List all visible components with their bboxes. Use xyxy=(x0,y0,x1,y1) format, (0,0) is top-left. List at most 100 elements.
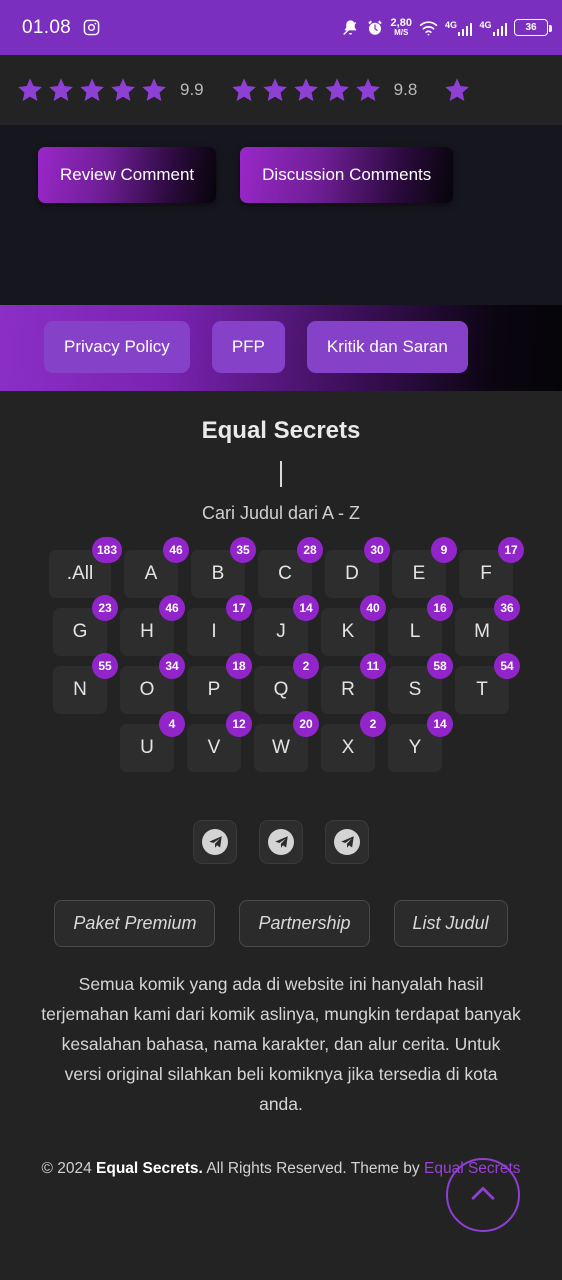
alpha-key-u[interactable]: U 4 xyxy=(120,711,185,772)
pill-paket-premium[interactable]: Paket Premium xyxy=(54,900,216,947)
alpha-key-count: 4 xyxy=(159,711,185,737)
signal-2: 4G xyxy=(479,20,507,36)
alpha-key-n[interactable]: N 55 xyxy=(53,653,118,714)
alpha-key-v[interactable]: V 12 xyxy=(187,711,252,772)
alpha-key-w[interactable]: W 20 xyxy=(254,711,319,772)
alpha-key-m[interactable]: M 36 xyxy=(455,595,520,656)
copyright-rights: All Rights Reserved. Theme by xyxy=(206,1160,420,1178)
alpha-key-q[interactable]: Q 2 xyxy=(254,653,319,714)
alpha-key-count: 40 xyxy=(360,595,386,621)
pill-partnership[interactable]: Partnership xyxy=(239,900,370,947)
alpha-key-count: 18 xyxy=(226,653,252,679)
alpha-key-label: F xyxy=(480,563,492,584)
alpha-key-i[interactable]: I 17 xyxy=(187,595,252,656)
ratings-strip[interactable]: 9.9 9.8 xyxy=(0,55,562,125)
alpha-key-count: 28 xyxy=(297,537,323,563)
star-rating xyxy=(230,76,382,104)
alpha-key-x[interactable]: X 2 xyxy=(321,711,386,772)
review-comment-button[interactable]: Review Comment xyxy=(38,147,217,203)
social-telegram-1[interactable] xyxy=(193,820,237,864)
alpha-key-f[interactable]: F 17 xyxy=(459,537,524,598)
alpha-key-j[interactable]: J 14 xyxy=(254,595,319,656)
alpha-key-g[interactable]: G 23 xyxy=(53,595,118,656)
alpha-key-k[interactable]: K 40 xyxy=(321,595,386,656)
social-telegram-2[interactable] xyxy=(259,820,303,864)
alpha-key-count: 58 xyxy=(427,653,453,679)
alpha-key-h[interactable]: H 46 xyxy=(120,595,185,656)
alpha-key-o[interactable]: O 34 xyxy=(120,653,185,714)
pill-list-judul[interactable]: List Judul xyxy=(393,900,508,947)
alpha-key-count: 46 xyxy=(163,537,189,563)
footer-nav-band: Privacy Policy PFP Kritik dan Saran xyxy=(0,305,562,391)
alpha-key-t[interactable]: T 54 xyxy=(455,653,520,714)
alpha-key-d[interactable]: D 30 xyxy=(325,537,390,598)
alpha-key-count: 54 xyxy=(494,653,520,679)
status-clock: 01.08 xyxy=(22,16,72,38)
search-input-caret[interactable] xyxy=(280,461,282,487)
alpha-key-r[interactable]: R 11 xyxy=(321,653,386,714)
alpha-key-label: N xyxy=(73,679,87,700)
discussion-comments-button[interactable]: Discussion Comments xyxy=(240,147,454,203)
alpha-key-count: 55 xyxy=(92,653,118,679)
alpha-key-y[interactable]: Y 14 xyxy=(388,711,453,772)
alpha-key-b[interactable]: B 35 xyxy=(191,537,256,598)
alpha-key-all[interactable]: .All 183 xyxy=(49,537,122,598)
alphabet-grid: .All 183 A 46 B 35 C 28 D 30 E 9 F 17 G xyxy=(0,524,562,772)
rating-score: 9.9 xyxy=(180,80,204,99)
alpha-key-label: V xyxy=(207,737,221,758)
alpha-key-label: A xyxy=(144,563,158,584)
battery-indicator: 36 xyxy=(514,19,552,36)
alpha-key-l[interactable]: L 16 xyxy=(388,595,453,656)
alpha-key-label: L xyxy=(409,621,421,642)
copyright-brand: Equal Secrets. xyxy=(96,1160,203,1178)
alpha-key-label: P xyxy=(207,679,221,700)
nav-privacy-policy[interactable]: Privacy Policy xyxy=(44,321,190,373)
alpha-key-label: C xyxy=(278,563,292,584)
social-links xyxy=(0,772,562,864)
star-rating xyxy=(16,76,168,104)
alpha-key-count: 16 xyxy=(427,595,453,621)
alpha-key-label: D xyxy=(345,563,359,584)
chevron-up-icon xyxy=(466,1177,500,1214)
alpha-key-label: U xyxy=(140,737,154,758)
alpha-key-label: G xyxy=(72,621,88,642)
alpha-key-label: W xyxy=(272,737,290,758)
alpha-key-label: K xyxy=(341,621,355,642)
signal-1: 4G xyxy=(445,20,473,36)
alpha-key-label: .All xyxy=(66,563,94,584)
scroll-to-top-button[interactable] xyxy=(446,1158,520,1232)
dark-spacer xyxy=(0,233,562,305)
alpha-key-a[interactable]: A 46 xyxy=(124,537,189,598)
alpha-key-label: T xyxy=(476,679,488,700)
alpha-key-count: 20 xyxy=(293,711,319,737)
alpha-key-s[interactable]: S 58 xyxy=(388,653,453,714)
search-field-row[interactable] xyxy=(0,445,562,503)
alpha-key-label: J xyxy=(276,621,286,642)
wifi-icon xyxy=(419,20,438,36)
status-bar-right: 2,80 M/S 4G 4G 36 xyxy=(342,18,552,37)
alpha-key-count: 34 xyxy=(159,653,185,679)
alpha-key-count: 17 xyxy=(498,537,524,563)
alpha-key-label: H xyxy=(140,621,154,642)
copyright-symbol: © xyxy=(41,1160,53,1178)
nav-kritik-dan-saran[interactable]: Kritik dan Saran xyxy=(306,321,468,373)
footer-body: Equal Secrets Cari Judul dari A - Z .All… xyxy=(0,391,562,1182)
alpha-key-c[interactable]: C 28 xyxy=(258,537,323,598)
alarm-clock-icon xyxy=(366,19,384,37)
alpha-key-label: B xyxy=(211,563,225,584)
copyright-year: 2024 xyxy=(57,1160,92,1178)
alpha-key-count: 2 xyxy=(360,711,386,737)
nav-pfp[interactable]: PFP xyxy=(211,321,285,373)
alpha-key-e[interactable]: E 9 xyxy=(392,537,457,598)
alpha-key-label: R xyxy=(341,679,355,700)
social-telegram-3[interactable] xyxy=(325,820,369,864)
comment-button-bar: Review Comment Discussion Comments xyxy=(0,125,562,233)
star-rating xyxy=(443,76,471,104)
signal-2-bars xyxy=(492,22,507,36)
alpha-key-label: M xyxy=(474,621,490,642)
alpha-key-count: 9 xyxy=(431,537,457,563)
alpha-key-count: 183 xyxy=(91,537,122,563)
network-speed-unit: M/S xyxy=(394,28,409,37)
rating-group: 9.9 xyxy=(16,76,208,104)
alpha-key-p[interactable]: P 18 xyxy=(187,653,252,714)
